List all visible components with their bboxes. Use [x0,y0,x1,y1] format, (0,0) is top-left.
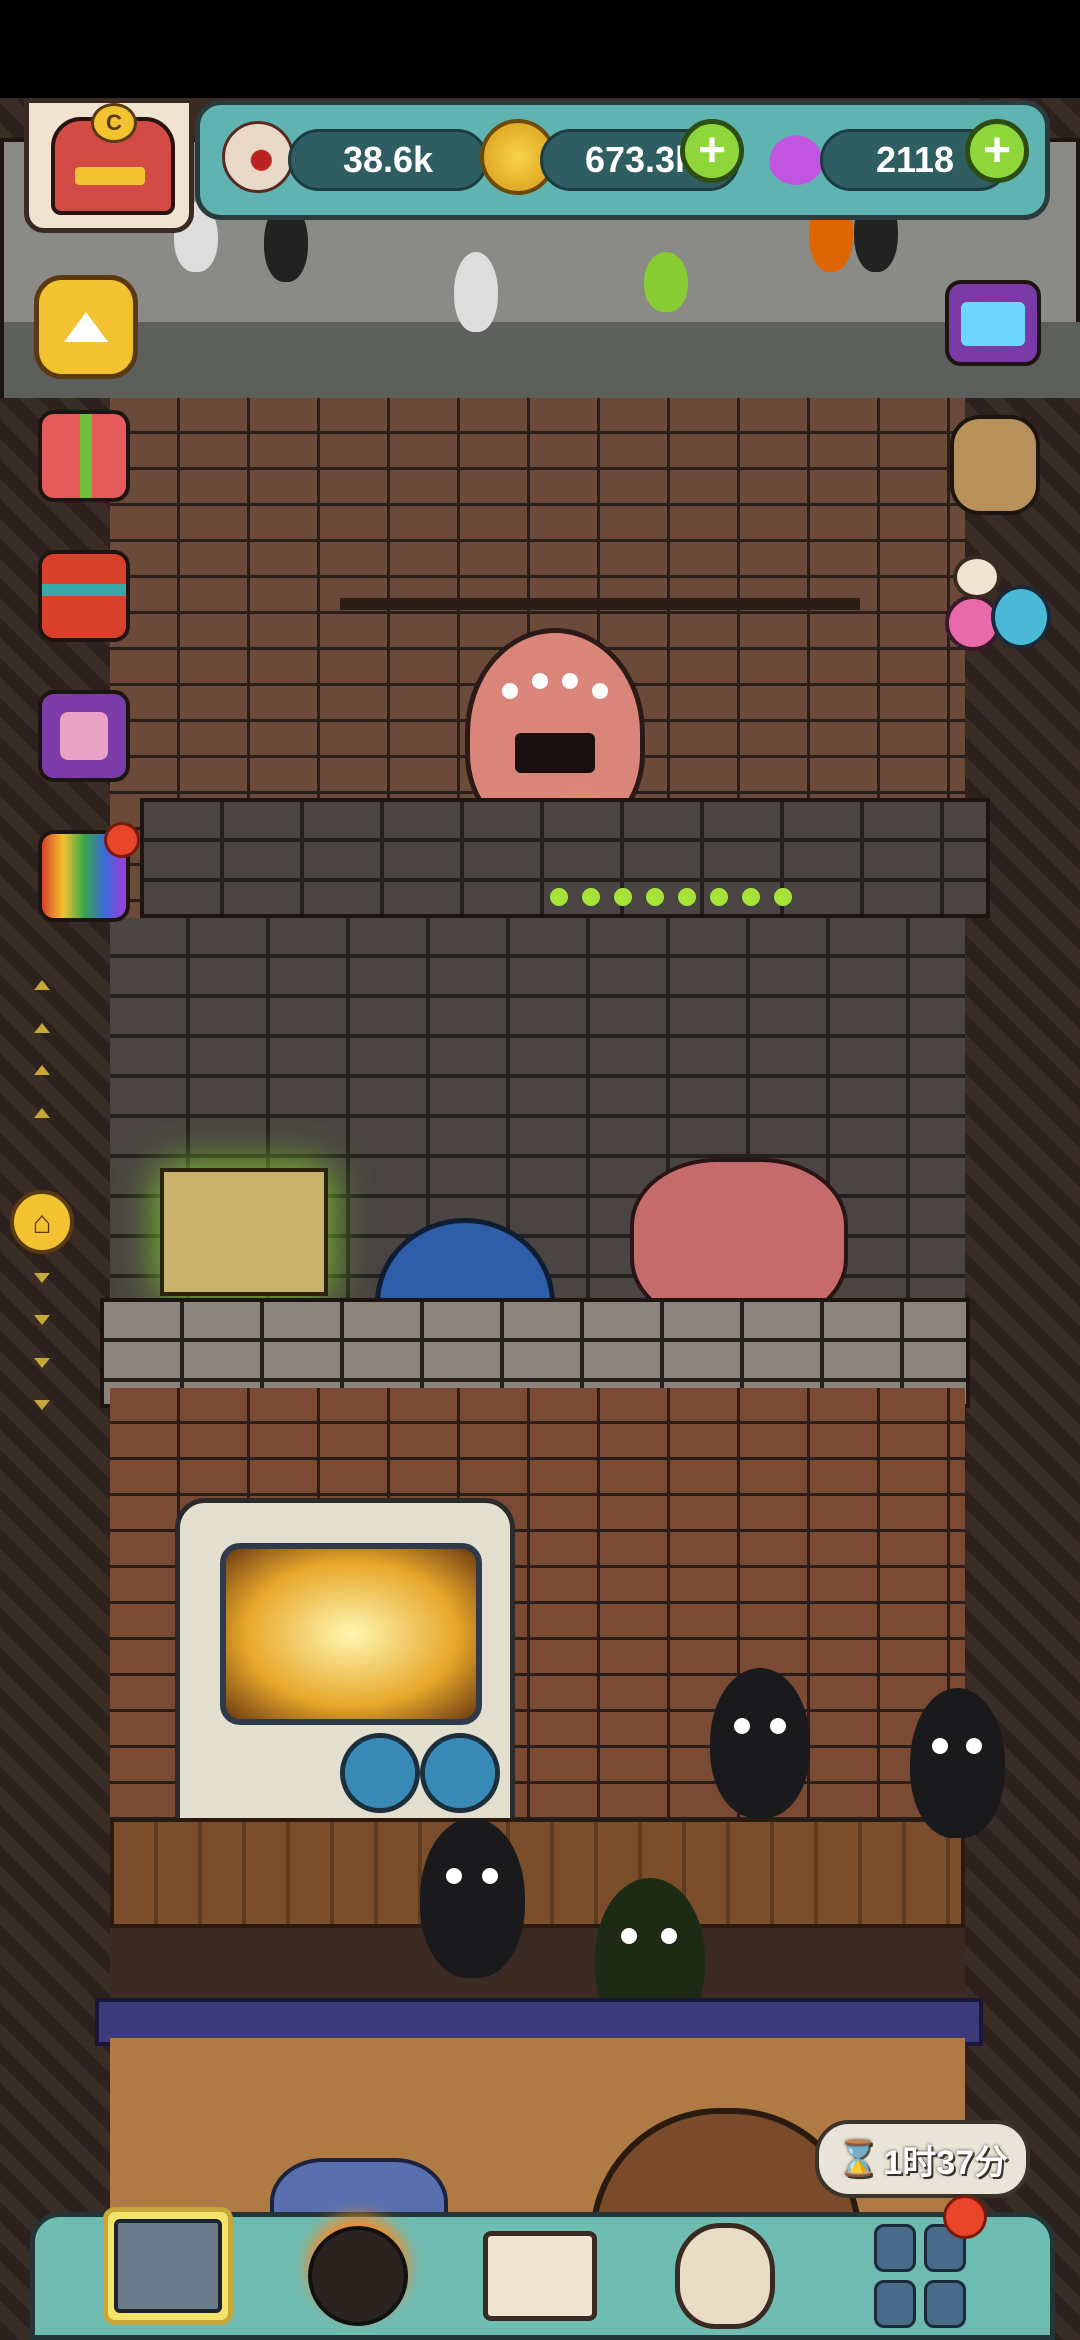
glowing-spellbook[interactable] [160,1168,328,1296]
workshop-platform [110,1818,965,1928]
notification-badge [943,2195,987,2239]
mushroom-creatures-icon[interactable] [945,555,1051,655]
floor-up-marker [34,1065,50,1075]
prisoner-figure[interactable] [454,252,498,332]
backpack-icon[interactable] [950,415,1040,515]
eyeball-icon [222,121,294,193]
floor-up-marker [34,980,50,990]
portal-dial[interactable] [420,1733,500,1813]
monster-eye [532,673,548,689]
prisoner-figure[interactable] [644,252,688,312]
coin-bag-icon[interactable] [660,2217,790,2335]
monster-eye [592,683,608,699]
dark-minion-creature[interactable] [710,1668,810,1818]
potion-flask-icon [765,119,827,185]
dark-minion-creature[interactable] [420,1818,525,1978]
eyes-counter: 38.6k [288,129,488,191]
plus-icon[interactable]: + [965,119,1029,183]
timer-bubble[interactable]: ⌛ 1时37分 [815,2120,1030,2198]
floor-up-marker [34,1107,50,1118]
yard-edge [4,322,1080,398]
up-arrow [64,312,108,342]
monster-eye [502,683,518,699]
home-icon[interactable]: ⌂ [10,1190,74,1254]
bottom-nav-bar [30,2195,1055,2340]
plus-icon[interactable]: + [680,119,744,183]
hourglass-icon: ⌛ [836,2140,880,2178]
gift-box-red-icon[interactable] [38,550,130,642]
kitchen-shelf [340,598,860,610]
rank-letter: C [91,103,137,143]
notification-badge [104,822,140,858]
floor-down-marker [34,1272,50,1283]
monster-eye [562,673,578,689]
spellbook-icon[interactable] [475,2217,605,2335]
portal-machine[interactable] [175,1498,515,1848]
gift-box-green-icon[interactable] [38,410,130,502]
monster-summon-icon[interactable] [293,2217,423,2335]
tv-ad-icon[interactable] [945,280,1041,366]
floor-down-marker [34,1315,50,1325]
scroll-up-icon[interactable] [34,275,138,379]
badge-teeth [75,167,145,185]
monster-mouth [515,733,595,773]
timer-label: 1时37分 [883,2143,1009,2182]
floor-down-marker [34,1357,50,1368]
dark-minion-creature[interactable] [910,1688,1005,1838]
dungeon-build-icon[interactable] [103,2207,233,2325]
dungeon-scene[interactable] [0,98,1080,2340]
player-avatar-badge[interactable]: C [24,98,194,233]
portal-dial[interactable] [340,1733,420,1813]
coins-value: 673.3k [584,139,696,180]
eyes-value: 38.6k [342,139,434,180]
portal-screen [220,1543,482,1725]
resource-panel: 38.6k 673.3k + 2118 + [195,100,1050,220]
green-light-strip [550,888,810,908]
potions-value: 2118 [875,139,955,180]
workshop-room[interactable] [110,1388,1005,2038]
card-pack-icon[interactable] [38,690,130,782]
floor-down-marker [34,1400,50,1410]
floor-up-marker [34,1022,50,1033]
